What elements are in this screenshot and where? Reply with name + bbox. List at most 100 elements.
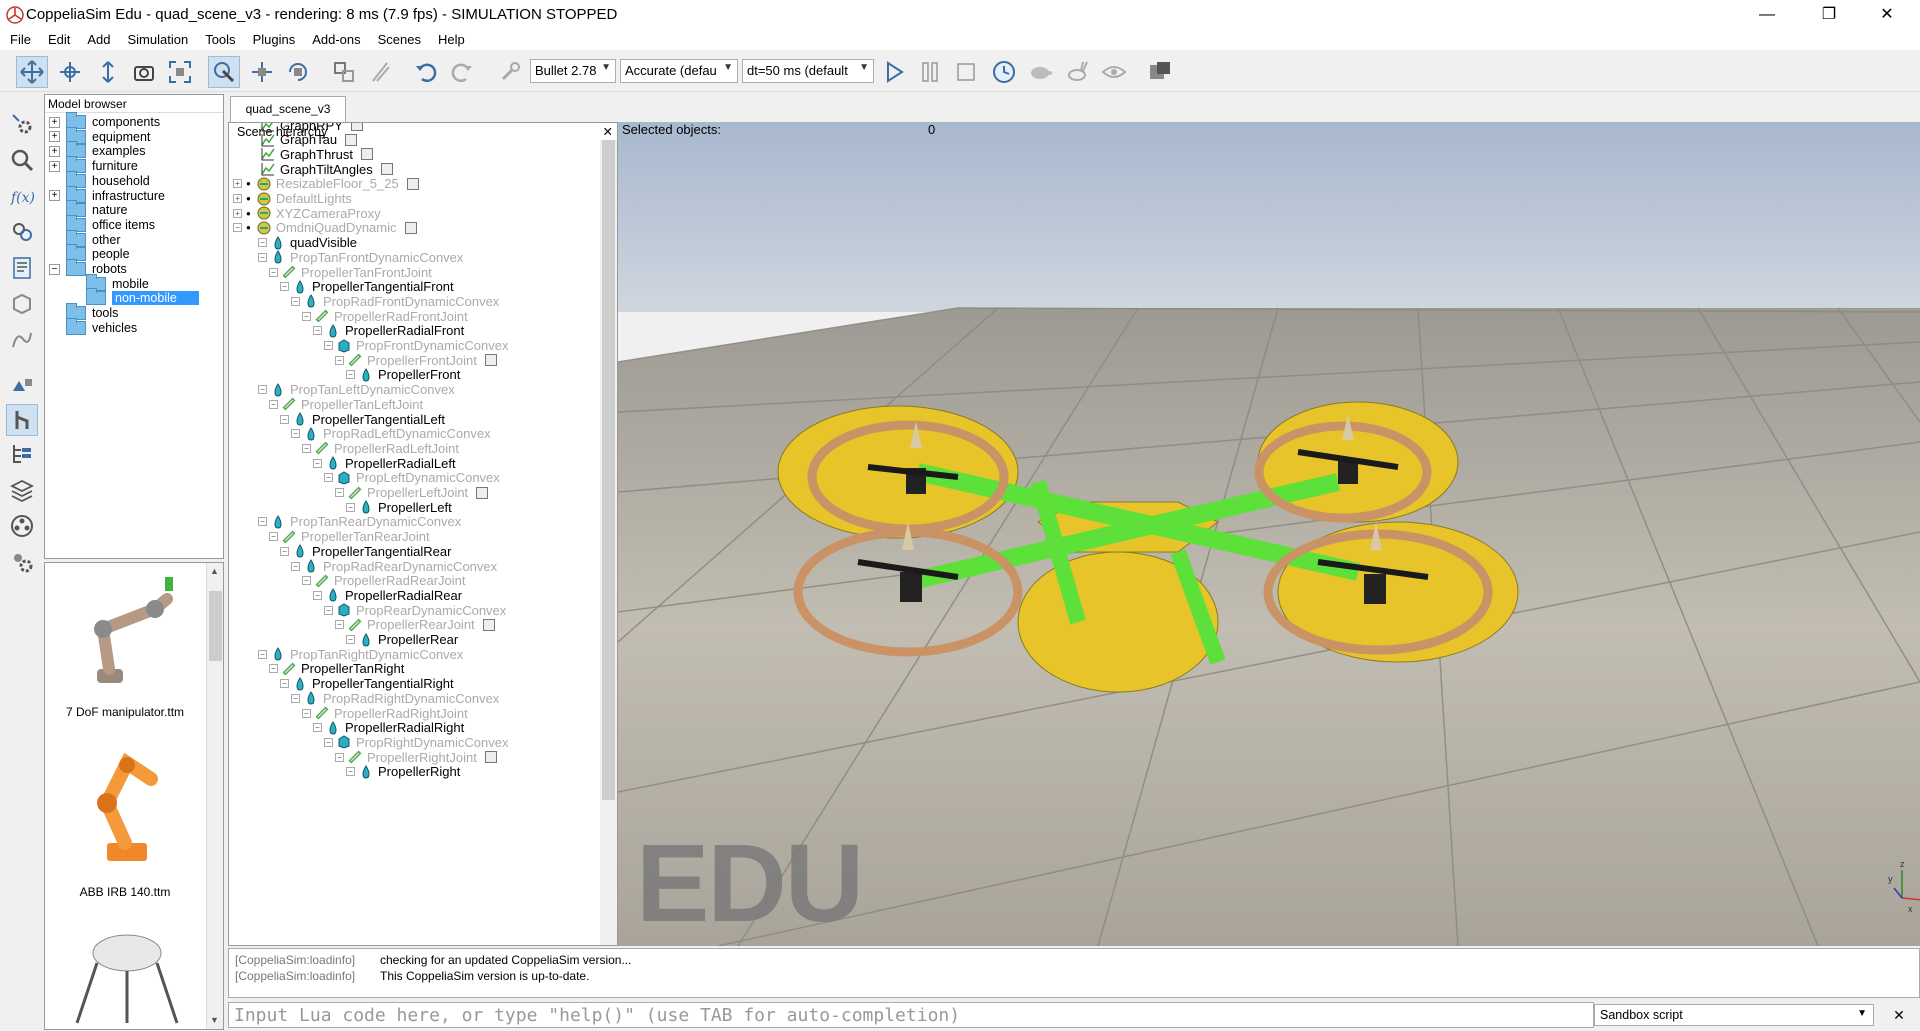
collapse-icon[interactable]: −: [324, 737, 333, 747]
scene-toggle-button[interactable]: [1144, 56, 1176, 88]
collapse-icon[interactable]: −: [258, 517, 267, 527]
close-window-button[interactable]: ✕: [1864, 0, 1910, 30]
path-edit-button[interactable]: [6, 324, 38, 356]
maximize-button[interactable]: ❐: [1806, 0, 1852, 30]
collapse-icon[interactable]: −: [324, 605, 333, 615]
collapse-icon[interactable]: −: [313, 458, 322, 468]
collapse-icon[interactable]: −: [302, 443, 311, 453]
script-icon[interactable]: [482, 618, 495, 631]
slow-down-button[interactable]: [1024, 56, 1056, 88]
speed-up-button[interactable]: [1062, 56, 1094, 88]
object-properties-button[interactable]: [6, 144, 38, 176]
collapse-icon[interactable]: −: [335, 355, 344, 365]
layers-button[interactable]: [6, 474, 38, 506]
menu-add[interactable]: Add: [77, 30, 117, 47]
collapse-icon[interactable]: −: [291, 429, 300, 439]
collapse-icon[interactable]: −: [291, 296, 300, 306]
script-icon[interactable]: [476, 486, 489, 499]
script-icon[interactable]: [380, 163, 393, 176]
model-browser-toggle-button[interactable]: [6, 404, 38, 436]
collections-button[interactable]: [6, 216, 38, 248]
close-icon[interactable]: ✕: [603, 124, 613, 139]
script-icon[interactable]: [406, 177, 419, 190]
expand-icon[interactable]: +: [233, 179, 242, 189]
collapse-icon[interactable]: −: [335, 620, 344, 630]
scripts-button[interactable]: [6, 252, 38, 284]
script-icon[interactable]: [484, 751, 497, 764]
camera-pan-button[interactable]: [16, 56, 48, 88]
timestep-select[interactable]: dt=50 ms (default ▼: [742, 59, 874, 83]
expand-icon[interactable]: +: [49, 145, 60, 157]
camera-rotate-button[interactable]: [54, 56, 86, 88]
collapse-icon[interactable]: −: [258, 385, 267, 395]
abb-irb-140-thumbnail[interactable]: [67, 743, 187, 873]
script-icon[interactable]: [484, 354, 497, 367]
stop-simulation-button[interactable]: [950, 56, 982, 88]
click-select-button[interactable]: [208, 56, 240, 88]
collapse-icon[interactable]: −: [280, 679, 289, 689]
collapse-icon[interactable]: −: [233, 223, 242, 233]
object-rotate-button[interactable]: [282, 56, 314, 88]
collapse-icon[interactable]: −: [280, 414, 289, 424]
manipulator-thumbnail[interactable]: [67, 569, 187, 699]
script-icon[interactable]: [345, 133, 358, 146]
menu-edit[interactable]: Edit: [38, 30, 77, 47]
visualization-toggle-button[interactable]: [1098, 56, 1130, 88]
collapse-icon[interactable]: −: [291, 693, 300, 703]
script-context-select[interactable]: Sandbox script ▼: [1594, 1004, 1874, 1026]
minimize-button[interactable]: —: [1744, 0, 1790, 30]
shape-edit-button[interactable]: [6, 288, 38, 320]
menu-plugins[interactable]: Plugins: [243, 30, 303, 47]
selection-button[interactable]: [6, 368, 38, 400]
menu-simulation[interactable]: Simulation: [118, 30, 196, 47]
close-icon[interactable]: ✕: [1888, 1004, 1910, 1026]
collapse-icon[interactable]: −: [346, 635, 355, 644]
collapse-icon[interactable]: −: [346, 370, 355, 380]
menu-file[interactable]: File: [0, 30, 38, 47]
collapse-icon[interactable]: −: [346, 502, 355, 512]
start-simulation-button[interactable]: [878, 56, 910, 88]
script-icon[interactable]: [360, 148, 373, 161]
tab-quad-scene[interactable]: quad_scene_v3: [230, 96, 346, 122]
collapse-icon[interactable]: −: [302, 311, 311, 321]
lua-command-input[interactable]: Input Lua code here, or type "help()" (u…: [228, 1002, 1594, 1028]
realtime-mode-button[interactable]: [988, 56, 1020, 88]
script-icon[interactable]: [404, 221, 417, 234]
scrollbar-thumb[interactable]: [209, 591, 222, 661]
menu-addons[interactable]: Add-ons: [302, 30, 367, 47]
menu-scenes[interactable]: Scenes: [368, 30, 428, 47]
scroll-down-icon[interactable]: ▼: [210, 1015, 219, 1025]
undo-button[interactable]: [410, 56, 442, 88]
user-settings-button[interactable]: [6, 546, 38, 578]
collapse-icon[interactable]: −: [280, 546, 289, 556]
expand-icon[interactable]: +: [49, 160, 60, 172]
collapse-icon[interactable]: −: [302, 708, 311, 718]
assemble-button[interactable]: [328, 56, 360, 88]
collapse-icon[interactable]: −: [335, 752, 344, 762]
collapse-icon[interactable]: −: [49, 263, 60, 275]
collapse-icon[interactable]: −: [291, 561, 300, 571]
accuracy-select[interactable]: Accurate (defau ▼: [620, 59, 738, 83]
collapse-icon[interactable]: −: [269, 399, 278, 409]
collapse-icon[interactable]: −: [302, 576, 311, 586]
object-shift-button[interactable]: [246, 56, 278, 88]
collapse-icon[interactable]: −: [269, 267, 278, 277]
collapse-icon[interactable]: −: [324, 473, 333, 483]
hierarchy-item[interactable]: − PropellerRight: [346, 763, 460, 781]
fit-to-view-button[interactable]: [164, 56, 196, 88]
scene-hierarchy-toggle-button[interactable]: [6, 438, 38, 470]
transfer-dna-button[interactable]: [364, 56, 396, 88]
hierarchy-scrollbar[interactable]: [600, 140, 617, 945]
collapse-icon[interactable]: −: [335, 488, 344, 497]
script-icon[interactable]: [350, 123, 363, 131]
collapse-icon[interactable]: −: [324, 341, 333, 350]
collapse-icon[interactable]: −: [313, 326, 322, 336]
expand-icon[interactable]: +: [233, 194, 242, 203]
menu-help[interactable]: Help: [428, 30, 472, 47]
thumbnails-scrollbar[interactable]: ▲ ▼: [206, 563, 223, 1029]
engine-settings-button[interactable]: [494, 56, 526, 88]
physics-engine-select[interactable]: Bullet 2.78 ▼: [530, 59, 616, 83]
pause-simulation-button[interactable]: [914, 56, 946, 88]
collapse-icon[interactable]: −: [258, 238, 267, 248]
collapse-icon[interactable]: −: [269, 664, 278, 674]
